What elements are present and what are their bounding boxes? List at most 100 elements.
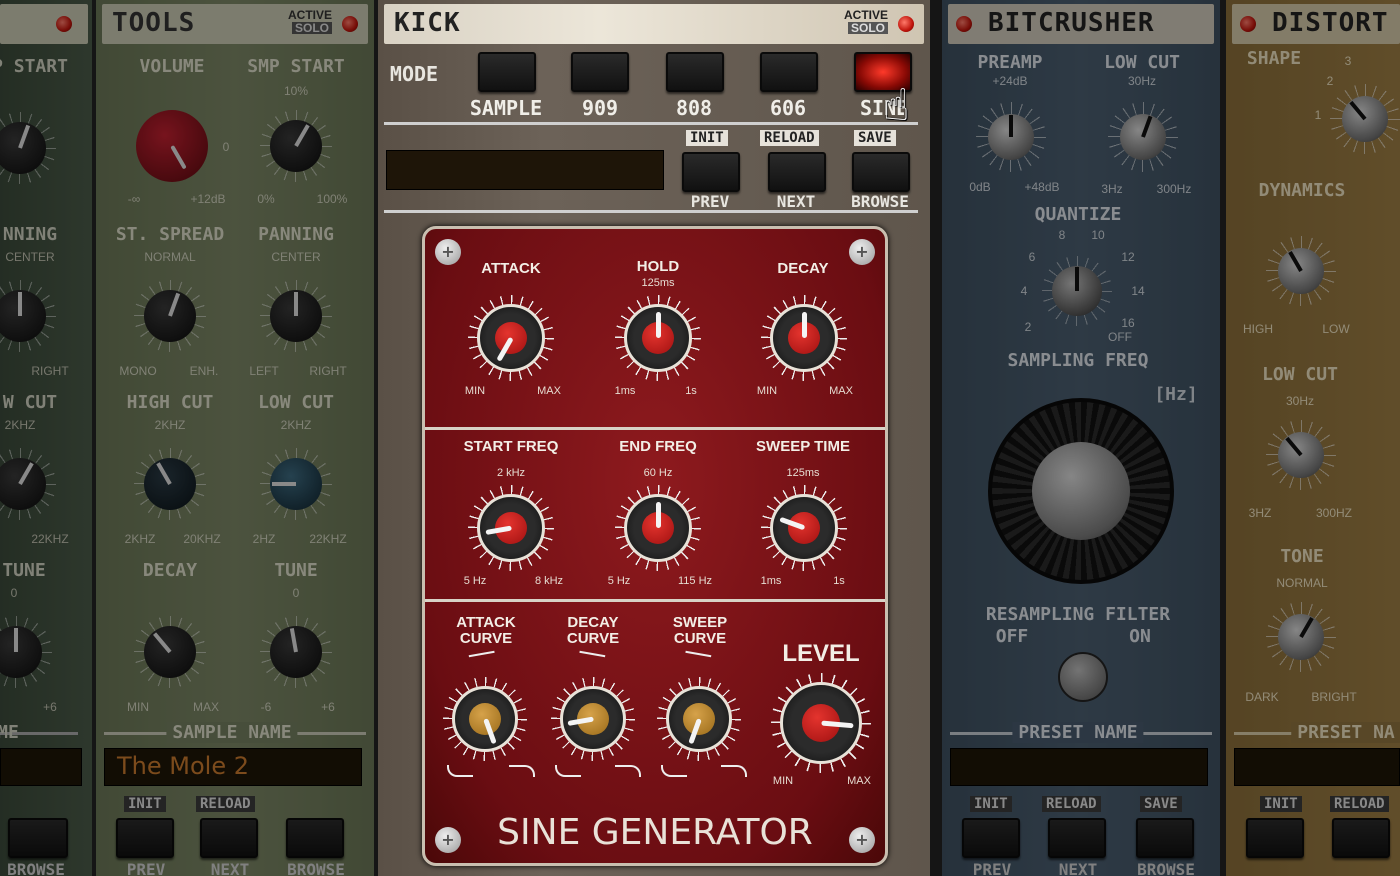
- curve-icon: [468, 650, 496, 662]
- start-freq-value: 2 kHz: [496, 467, 526, 479]
- browse-button[interactable]: [8, 818, 68, 858]
- low-cut-value: 30Hz: [1285, 394, 1315, 408]
- dynamics-knob[interactable]: [1266, 236, 1336, 306]
- low-cut-label: LOW CUT: [1104, 52, 1180, 73]
- solo-label: SOLO: [847, 22, 888, 34]
- reload-button[interactable]: RELOAD: [1330, 796, 1389, 812]
- knob[interactable]: [0, 448, 56, 520]
- browse-button[interactable]: [852, 152, 910, 192]
- attack-knob[interactable]: [468, 295, 554, 381]
- active-solo-toggle[interactable]: ACTIVE SOLO: [288, 9, 332, 34]
- knob[interactable]: [0, 112, 56, 184]
- browse-button[interactable]: [286, 818, 344, 858]
- next-button[interactable]: [1048, 818, 1106, 858]
- tone-knob[interactable]: [1266, 602, 1336, 672]
- decay-curve-knob[interactable]: [551, 677, 635, 761]
- panel-title: KICK: [394, 8, 461, 38]
- next-button[interactable]: [1332, 818, 1390, 858]
- sampling-freq-knob[interactable]: [988, 398, 1174, 584]
- range-label: RIGHT: [31, 364, 69, 378]
- volume-knob[interactable]: [136, 110, 208, 182]
- reload-button[interactable]: RELOAD: [196, 796, 255, 812]
- panning-max: RIGHT: [309, 364, 347, 378]
- prev-button[interactable]: [116, 818, 174, 858]
- active-led[interactable]: [56, 16, 72, 32]
- screw-icon: +: [849, 239, 875, 265]
- prev-button[interactable]: [962, 818, 1020, 858]
- mode-sample-button[interactable]: [478, 52, 536, 92]
- prev-button[interactable]: [1246, 818, 1304, 858]
- panning-value: CENTER: [271, 250, 321, 264]
- smp-start-min: 0%: [257, 192, 275, 206]
- hold-knob[interactable]: [615, 295, 701, 381]
- level-knob[interactable]: [771, 673, 871, 773]
- save-button[interactable]: SAVE: [854, 130, 896, 146]
- active-led[interactable]: [956, 16, 972, 32]
- save-button[interactable]: SAVE: [1140, 796, 1182, 812]
- preset-display[interactable]: [386, 150, 664, 190]
- active-led[interactable]: [1240, 16, 1256, 32]
- preset-name-display[interactable]: [1234, 748, 1400, 786]
- high-cut-knob[interactable]: [134, 448, 206, 520]
- mode-808-button[interactable]: [666, 52, 724, 92]
- high-cut-value: 2KHZ: [154, 418, 186, 432]
- shape-knob[interactable]: [1330, 84, 1400, 154]
- low-cut-knob[interactable]: [1108, 102, 1178, 172]
- end-freq-knob[interactable]: [615, 485, 701, 571]
- start-freq-knob[interactable]: [468, 485, 554, 571]
- reload-button[interactable]: RELOAD: [760, 130, 819, 146]
- active-led[interactable]: [898, 16, 914, 32]
- range-label: 22KHZ: [31, 532, 69, 546]
- st-spread-max: ENH.: [189, 364, 219, 378]
- preamp-label: PREAMP: [977, 52, 1043, 73]
- next-button[interactable]: [200, 818, 258, 858]
- panel-distortion: DISTORT SHAPE 1 2 3 DYNAMICS HIGH LOW LO…: [1226, 0, 1400, 876]
- quantize-knob[interactable]: [1042, 256, 1112, 326]
- curve-icon: [447, 765, 473, 777]
- decay-knob[interactable]: [761, 295, 847, 381]
- param-label: NNING: [2, 224, 58, 245]
- sweep-curve-knob[interactable]: [657, 677, 741, 761]
- active-solo-toggle[interactable]: ACTIVE SOLO: [844, 9, 888, 34]
- attack-curve-knob[interactable]: [443, 677, 527, 761]
- prev-button[interactable]: [682, 152, 740, 192]
- decay-knob[interactable]: [134, 616, 206, 688]
- panning-knob[interactable]: [260, 280, 332, 352]
- tune-max: +6: [321, 700, 335, 714]
- low-cut-min: 3Hz: [1101, 182, 1123, 196]
- low-cut-knob[interactable]: [260, 448, 332, 520]
- smp-start-knob[interactable]: [260, 110, 332, 182]
- mode-606-button[interactable]: [760, 52, 818, 92]
- mode-909-button[interactable]: [571, 52, 629, 92]
- decay-min: MIN: [756, 385, 778, 397]
- tune-knob[interactable]: [260, 616, 332, 688]
- low-cut-knob[interactable]: [1266, 420, 1336, 490]
- init-button[interactable]: INIT: [124, 796, 166, 812]
- sample-name-display[interactable]: The Mole 2: [104, 748, 362, 786]
- st-spread-knob[interactable]: [134, 280, 206, 352]
- browse-button[interactable]: [1136, 818, 1194, 858]
- sweep-time-knob[interactable]: [761, 485, 847, 571]
- mode-909-label: 909: [581, 96, 619, 120]
- init-button[interactable]: INIT: [970, 796, 1012, 812]
- curve-icon: [578, 650, 606, 662]
- param-label: W CUT: [2, 392, 58, 413]
- init-button[interactable]: INIT: [686, 130, 728, 146]
- tune-value: 0: [292, 586, 300, 600]
- next-button[interactable]: [768, 152, 826, 192]
- active-led[interactable]: [342, 16, 358, 32]
- resampling-filter-toggle[interactable]: [1058, 652, 1108, 702]
- tune-label: TUNE: [274, 560, 318, 581]
- param-value: 0: [10, 586, 18, 600]
- preamp-knob[interactable]: [976, 102, 1046, 172]
- param-label: P START: [0, 56, 68, 77]
- knob[interactable]: [0, 616, 52, 688]
- preset-name-display[interactable]: [950, 748, 1208, 786]
- quantize-tick: 8: [1058, 228, 1066, 242]
- reload-button[interactable]: RELOAD: [1042, 796, 1101, 812]
- init-button[interactable]: INIT: [1260, 796, 1302, 812]
- knob[interactable]: [0, 280, 56, 352]
- screw-icon: +: [435, 239, 461, 265]
- section-divider: [425, 599, 885, 602]
- high-cut-label: HIGH CUT: [126, 392, 214, 413]
